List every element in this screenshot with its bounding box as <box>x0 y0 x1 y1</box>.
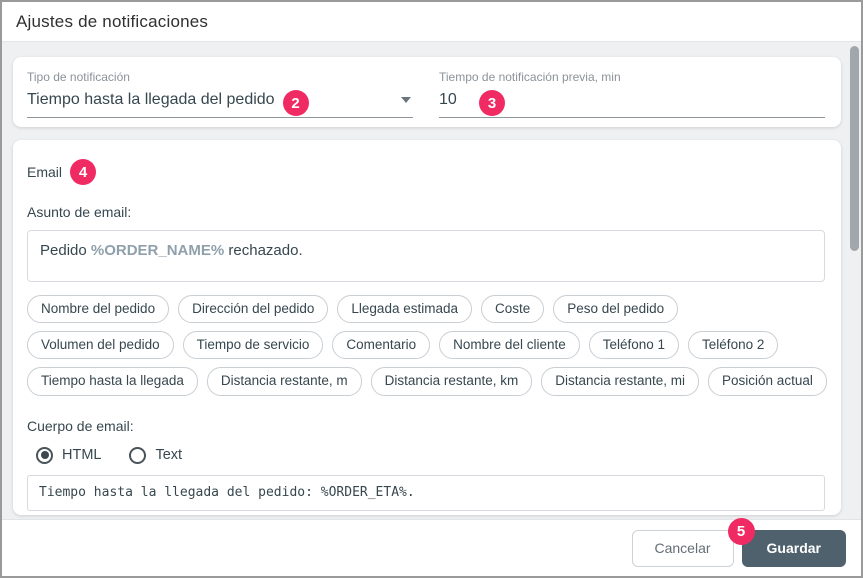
placeholder-chip-row: Volumen del pedido Tiempo de servicio Come… <box>27 331 825 359</box>
placeholder-chip[interactable]: Distancia restante, km <box>371 367 533 395</box>
email-title-row: Email 4 <box>27 159 825 185</box>
format-option-text[interactable]: Text <box>129 447 182 464</box>
scrollbar-track <box>847 42 860 519</box>
dialog-body: Tipo de notificación Tiempo hasta la lle… <box>2 42 861 519</box>
lead-time-field[interactable]: Tiempo de notificación previa, min 3 <box>439 70 825 127</box>
placeholder-chip[interactable]: Peso del pedido <box>553 295 678 323</box>
placeholder-chip[interactable]: Posición actual <box>708 367 827 395</box>
dialog-header: Ajustes de notificaciones <box>2 2 861 42</box>
radio-text-label: Text <box>155 447 182 463</box>
notification-type-field[interactable]: Tipo de notificación Tiempo hasta la lle… <box>27 70 413 127</box>
placeholder-chip[interactable]: Distancia restante, m <box>207 367 362 395</box>
step-badge-5: 5 <box>728 518 755 545</box>
placeholder-chip-list: Nombre del pedido Dirección del pedido Lle… <box>27 295 825 396</box>
body-format-radio-group: HTML Text <box>36 447 825 464</box>
placeholder-chip[interactable]: Tiempo de servicio <box>183 331 324 359</box>
subject-token: %ORDER_NAME% <box>91 242 224 259</box>
placeholder-chip[interactable]: Coste <box>481 295 544 323</box>
placeholder-chip[interactable]: Distancia restante, mi <box>541 367 699 395</box>
notification-type-select[interactable]: Tiempo hasta la llegada del pedido 2 <box>27 89 413 118</box>
step-badge-2: 2 <box>283 90 309 116</box>
placeholder-chip[interactable]: Nombre del pedido <box>27 295 169 323</box>
placeholder-chip[interactable]: Llegada estimada <box>337 295 472 323</box>
notification-type-value: Tiempo hasta la llegada del pedido <box>27 91 275 109</box>
placeholder-chip[interactable]: Teléfono 1 <box>589 331 679 359</box>
save-button[interactable]: Guardar <box>742 530 846 567</box>
email-body-label: Cuerpo de email: <box>27 418 825 434</box>
email-body-textarea[interactable]: Tiempo hasta la llegada del pedido: %ORD… <box>27 475 825 511</box>
lead-time-label: Tiempo de notificación previa, min <box>439 70 825 84</box>
placeholder-chip[interactable]: Teléfono 2 <box>688 331 778 359</box>
dialog-footer: Cancelar 5 Guardar <box>2 519 861 576</box>
placeholder-chip[interactable]: Volumen del pedido <box>27 331 174 359</box>
save-button-wrapper: 5 Guardar <box>742 530 846 567</box>
chevron-down-icon[interactable] <box>401 97 411 103</box>
placeholder-chip-row: Nombre del pedido Dirección del pedido Lle… <box>27 295 825 323</box>
email-subject-label: Asunto de email: <box>27 204 825 220</box>
radio-html-label: HTML <box>62 447 101 463</box>
radio-text[interactable] <box>129 447 146 464</box>
page-title: Ajustes de notificaciones <box>16 12 208 32</box>
notification-settings-dialog: Ajustes de notificaciones Tipo de notifi… <box>0 0 863 578</box>
scrollbar-thumb[interactable] <box>850 46 859 251</box>
cancel-button[interactable]: Cancelar <box>632 530 734 567</box>
placeholder-chip[interactable]: Tiempo hasta la llegada <box>27 367 198 395</box>
notification-settings-card: Tipo de notificación Tiempo hasta la lle… <box>13 57 841 127</box>
subject-prefix: Pedido <box>40 242 91 259</box>
placeholder-chip[interactable]: Comentario <box>332 331 430 359</box>
radio-html[interactable] <box>36 447 53 464</box>
email-section-title: Email <box>27 164 62 180</box>
email-subject-input[interactable]: Pedido %ORDER_NAME% rechazado. <box>27 230 825 282</box>
notification-type-label: Tipo de notificación <box>27 70 413 84</box>
subject-suffix: rechazado. <box>224 242 302 259</box>
placeholder-chip-row: Tiempo hasta la llegada Distancia restant… <box>27 367 825 395</box>
email-settings-card: Email 4 Asunto de email: Pedido %ORDER_N… <box>13 140 841 515</box>
lead-time-input-row: 3 <box>439 89 825 118</box>
placeholder-chip[interactable]: Dirección del pedido <box>178 295 328 323</box>
lead-time-input[interactable] <box>439 91 479 109</box>
step-badge-4: 4 <box>70 159 96 185</box>
format-option-html[interactable]: HTML <box>36 447 101 464</box>
placeholder-chip[interactable]: Nombre del cliente <box>439 331 580 359</box>
step-badge-3: 3 <box>479 90 505 116</box>
